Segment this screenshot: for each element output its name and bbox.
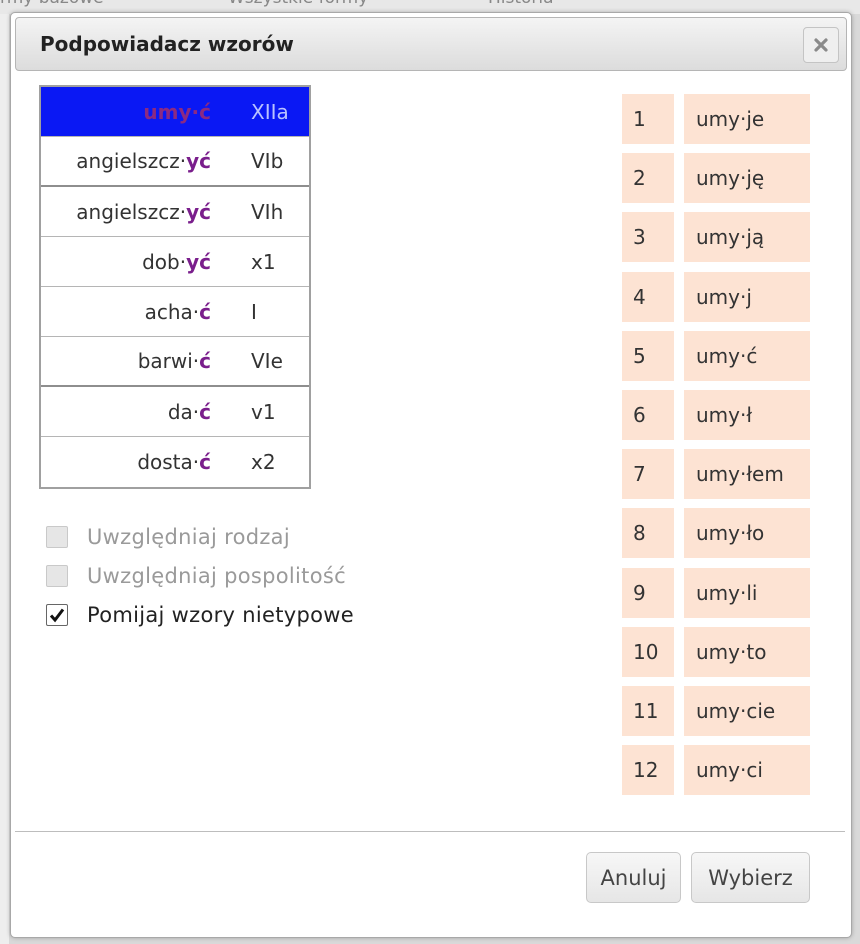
form-number: 5 xyxy=(622,330,674,381)
commonness-option-label: Uwzględniaj pospolitość xyxy=(87,564,346,588)
pattern-ending: ć xyxy=(199,450,211,474)
pattern-word: da·ć xyxy=(41,400,215,424)
form-number: 11 xyxy=(622,686,674,736)
pattern-code: VIb xyxy=(251,149,284,173)
pattern-stem: angielszcz xyxy=(76,149,180,173)
cancel-button[interactable]: Anuluj xyxy=(586,852,681,903)
pattern-stem: angielszcz xyxy=(76,199,180,224)
form-value: umy·j xyxy=(684,271,810,322)
form-number: 8 xyxy=(622,508,674,559)
pattern-row[interactable]: da·ć v1 xyxy=(41,387,309,437)
form-value: umy·ję xyxy=(684,153,810,204)
skip-atypical-option-label: Pomijaj wzory nietypowe xyxy=(87,603,354,627)
pattern-stem: barwi xyxy=(137,349,193,373)
pattern-word: dob·yć xyxy=(41,250,215,274)
checkmark-icon xyxy=(49,608,65,623)
pattern-word: angielszcz·yć xyxy=(41,149,215,173)
pattern-ending: yć xyxy=(186,149,211,173)
pattern-row[interactable]: acha·ć I xyxy=(41,287,309,337)
form-number: 3 xyxy=(622,212,674,263)
form-number: 1 xyxy=(622,94,674,144)
form-value: umy·ci xyxy=(684,745,810,796)
background-panel-edge xyxy=(0,14,9,944)
footer-divider xyxy=(15,831,845,832)
pattern-word: umy·ć xyxy=(41,100,215,124)
form-value: umy·ło xyxy=(684,508,810,559)
dialog-titlebar[interactable]: Podpowiadacz wzorów xyxy=(15,17,847,71)
pattern-suggester-dialog: Podpowiadacz wzorów umy·ć XIIa angielszcz·… xyxy=(10,12,852,938)
pattern-code: I xyxy=(251,299,257,324)
pattern-code: x2 xyxy=(251,450,276,474)
pattern-code: x1 xyxy=(251,249,276,274)
pattern-row[interactable]: angielszcz·yć VIb xyxy=(41,137,309,187)
pattern-row[interactable]: dob·yć x1 xyxy=(41,237,309,287)
form-number: 12 xyxy=(622,745,674,796)
form-value: umy·ł xyxy=(684,390,810,440)
pattern-stem: umy xyxy=(143,99,192,124)
form-value: umy·cie xyxy=(684,686,810,736)
pattern-code: v1 xyxy=(251,399,276,424)
commonness-option: Uwzględniaj pospolitość xyxy=(46,564,346,588)
commonness-checkbox[interactable] xyxy=(46,565,68,587)
dialog-title: Podpowiadacz wzorów xyxy=(40,32,294,56)
form-value: umy·li xyxy=(684,567,810,618)
background-tab[interactable]: rmy bazowe xyxy=(0,0,104,10)
gender-option: Uwzględniaj rodzaj xyxy=(46,525,290,549)
pattern-list: umy·ć XIIa angielszcz·yć VIb angielszcz·yć VI… xyxy=(39,85,311,489)
pattern-stem: acha xyxy=(144,299,193,324)
pattern-code: VIh xyxy=(251,199,284,224)
gender-checkbox[interactable] xyxy=(46,526,68,548)
background-tab[interactable]: Historia xyxy=(488,0,554,10)
pattern-ending: yć xyxy=(186,249,211,274)
form-number: 2 xyxy=(622,153,674,204)
pattern-ending: ć xyxy=(199,399,211,424)
pattern-ending: yć xyxy=(186,199,211,224)
background-tab[interactable]: Wszystkie formy xyxy=(228,0,368,10)
gender-option-label: Uwzględniaj rodzaj xyxy=(87,525,290,549)
close-icon xyxy=(814,38,828,52)
pattern-ending: ć xyxy=(199,299,211,324)
close-button[interactable] xyxy=(803,27,839,63)
skip-atypical-option: Pomijaj wzory nietypowe xyxy=(46,603,354,627)
form-value: umy·ją xyxy=(684,212,810,263)
pattern-separator: · xyxy=(191,99,200,124)
form-value: umy·ć xyxy=(684,330,810,381)
form-number: 7 xyxy=(622,449,674,500)
pattern-word: dosta·ć xyxy=(41,450,215,474)
pattern-ending: ć xyxy=(199,99,211,124)
form-value: umy·to xyxy=(684,626,810,677)
form-value: umy·je xyxy=(684,94,810,144)
pattern-word: acha·ć xyxy=(41,300,215,324)
form-number: 4 xyxy=(622,271,674,322)
pattern-word: angielszcz·yć xyxy=(41,200,215,224)
form-number: 9 xyxy=(622,567,674,618)
pattern-stem: dob xyxy=(142,249,180,274)
pattern-row[interactable]: barwi·ć VIe xyxy=(41,337,309,387)
pattern-stem: dosta xyxy=(137,450,193,474)
pattern-row[interactable]: angielszcz·yć VIh xyxy=(41,187,309,237)
pattern-stem: da xyxy=(167,399,193,424)
choose-button[interactable]: Wybierz xyxy=(691,852,810,903)
form-number: 6 xyxy=(622,390,674,440)
pattern-row[interactable]: umy·ć XIIa xyxy=(41,87,309,137)
form-number: 10 xyxy=(622,626,674,677)
pattern-code: XIIa xyxy=(251,99,289,124)
pattern-word: barwi·ć xyxy=(41,349,215,373)
pattern-code: VIe xyxy=(251,349,283,373)
skip-atypical-checkbox[interactable] xyxy=(46,604,68,626)
pattern-row[interactable]: dosta·ć x2 xyxy=(41,437,309,487)
pattern-ending: ć xyxy=(199,349,211,373)
form-value: umy·łem xyxy=(684,449,810,500)
